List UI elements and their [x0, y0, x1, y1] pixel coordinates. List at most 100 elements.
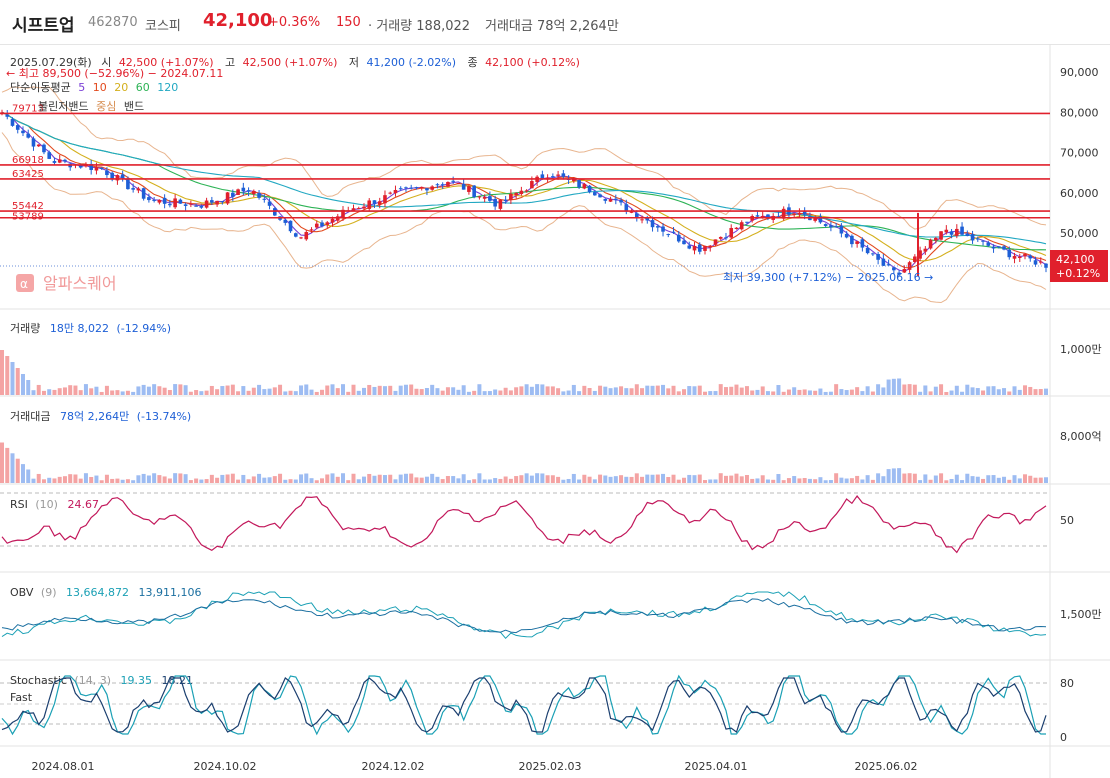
candle-body: [152, 199, 156, 201]
volume-bar: [828, 391, 833, 395]
candle-body: [650, 220, 655, 228]
candle-body: [383, 195, 387, 204]
candle-body: [524, 190, 529, 192]
volume-bar: [1012, 386, 1017, 395]
volume-bar: [944, 391, 949, 395]
volume-bar: [860, 391, 865, 395]
ma-line: [1, 111, 1047, 262]
volume-bar: [519, 386, 524, 395]
bb-legend[interactable]: 볼린저밴드 중심 밴드: [38, 100, 144, 113]
volume-bar: [104, 385, 109, 395]
volume-bar: [508, 390, 513, 395]
volume-bar: [267, 388, 272, 395]
volume-bars: [0, 350, 1048, 395]
volume-bar: [445, 387, 450, 395]
amount-bar: [262, 477, 267, 483]
volume-axis-label: 1,000만: [1060, 343, 1102, 356]
amount-bar: [981, 478, 986, 483]
amount-bar: [582, 474, 587, 483]
amount-bar: [251, 476, 256, 483]
bb-upper: [1, 86, 1047, 230]
date-tick-label: 2024.08.01: [32, 760, 95, 773]
volume-bar: [996, 389, 1001, 395]
candle-body: [63, 159, 67, 162]
amount-bar: [293, 479, 298, 483]
candle-body: [393, 189, 398, 194]
amount-bar: [881, 476, 886, 483]
volume-bar: [760, 386, 765, 395]
volume-bar: [73, 385, 78, 395]
volume-bar: [666, 388, 671, 395]
candle-body: [697, 244, 702, 252]
amount-bar: [372, 475, 377, 483]
hline-label: 66918: [12, 155, 44, 166]
amount-bar: [844, 478, 849, 483]
amount-bar: [136, 475, 141, 483]
candle-body: [1007, 249, 1012, 258]
volume-bar: [918, 391, 923, 395]
amount-bar: [965, 473, 970, 483]
amount-bar: [587, 476, 592, 483]
amount-bar: [876, 473, 881, 483]
volume-bar: [582, 385, 587, 395]
volume-bar: [320, 389, 325, 395]
candle-body: [309, 229, 314, 231]
amount-bar: [131, 480, 136, 483]
candle-body: [975, 238, 980, 240]
amount-bar: [592, 479, 597, 483]
candle-body: [713, 239, 718, 245]
candle-body: [865, 247, 870, 254]
candle-body: [414, 187, 419, 189]
candle-body: [120, 174, 125, 179]
candle-body: [928, 239, 933, 249]
candle-body: [173, 198, 177, 208]
candle-body: [36, 144, 41, 147]
amount-bar: [944, 480, 949, 483]
ma-legend[interactable]: 단순이동평균 5 10 20 60 120: [10, 81, 178, 94]
candle-body: [965, 233, 970, 237]
amount-bar: [503, 476, 508, 483]
candle-body: [252, 190, 256, 195]
candle-body: [582, 184, 587, 189]
amount-bar: [886, 469, 891, 483]
candle-body: [288, 220, 293, 232]
amount-legend: 거래대금 78억 2,264만 (-13.74%): [10, 410, 191, 423]
amount-bar: [849, 478, 854, 483]
volume-bar: [68, 385, 73, 395]
candle-body: [797, 212, 802, 215]
volume-bar: [351, 384, 356, 395]
amount-bar: [524, 473, 529, 483]
volume-bar: [713, 391, 718, 395]
amount-bar: [403, 473, 408, 483]
candle-body: [5, 114, 10, 117]
amount-bar: [320, 478, 325, 483]
amount-bar: [482, 479, 487, 483]
candle-body: [614, 198, 618, 200]
amount-bar: [734, 473, 739, 483]
amount-bar: [199, 479, 204, 483]
amount-bar: [173, 473, 178, 483]
amount-bar: [120, 479, 125, 483]
volume-bar: [876, 384, 881, 395]
volume-bar: [188, 391, 193, 395]
date-tick-label: 2025.06.02: [855, 760, 918, 773]
volume-text: · 거래량 188,022: [368, 19, 471, 34]
amount-bar: [912, 473, 917, 483]
candle-body: [293, 233, 298, 237]
stock-chart[interactable]: 7971366918634255544253789 90,00080,00070…: [0, 44, 1110, 778]
volume-bar: [493, 389, 498, 395]
candle-body: [530, 181, 534, 189]
amount-bar: [828, 480, 833, 483]
amount-bar: [47, 477, 52, 483]
volume-bar: [634, 384, 639, 395]
amount-bar: [1017, 478, 1022, 483]
amount-bar: [267, 477, 272, 483]
amount-bar: [750, 478, 755, 483]
candle-body: [440, 184, 445, 186]
volume-bar: [52, 389, 57, 395]
volume-bar: [31, 390, 36, 395]
volume-bar: [986, 386, 991, 395]
volume-bar: [451, 387, 456, 395]
volume-bar: [556, 388, 561, 395]
volume-bar: [136, 386, 141, 395]
